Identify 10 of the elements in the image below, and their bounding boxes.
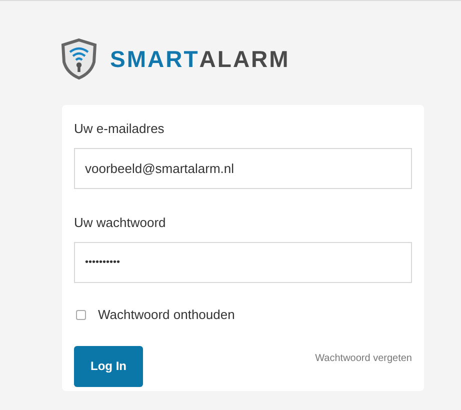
password-field[interactable]: •••••••••• bbox=[74, 242, 412, 283]
password-label: Uw wachtwoord bbox=[74, 214, 167, 232]
brand-name: SMARTALARM bbox=[110, 44, 290, 74]
remember-label: Wachtwoord onthouden bbox=[98, 306, 235, 324]
remember-checkbox[interactable] bbox=[76, 310, 86, 320]
email-label: Uw e-mailadres bbox=[74, 120, 166, 138]
shield-logo-icon bbox=[60, 38, 98, 80]
forgot-password-link[interactable]: Wachtwoord vergeten bbox=[315, 350, 412, 366]
email-field[interactable]: voorbeeld@smartalarm.nl bbox=[74, 148, 412, 189]
login-button[interactable]: Log In bbox=[74, 346, 143, 386]
